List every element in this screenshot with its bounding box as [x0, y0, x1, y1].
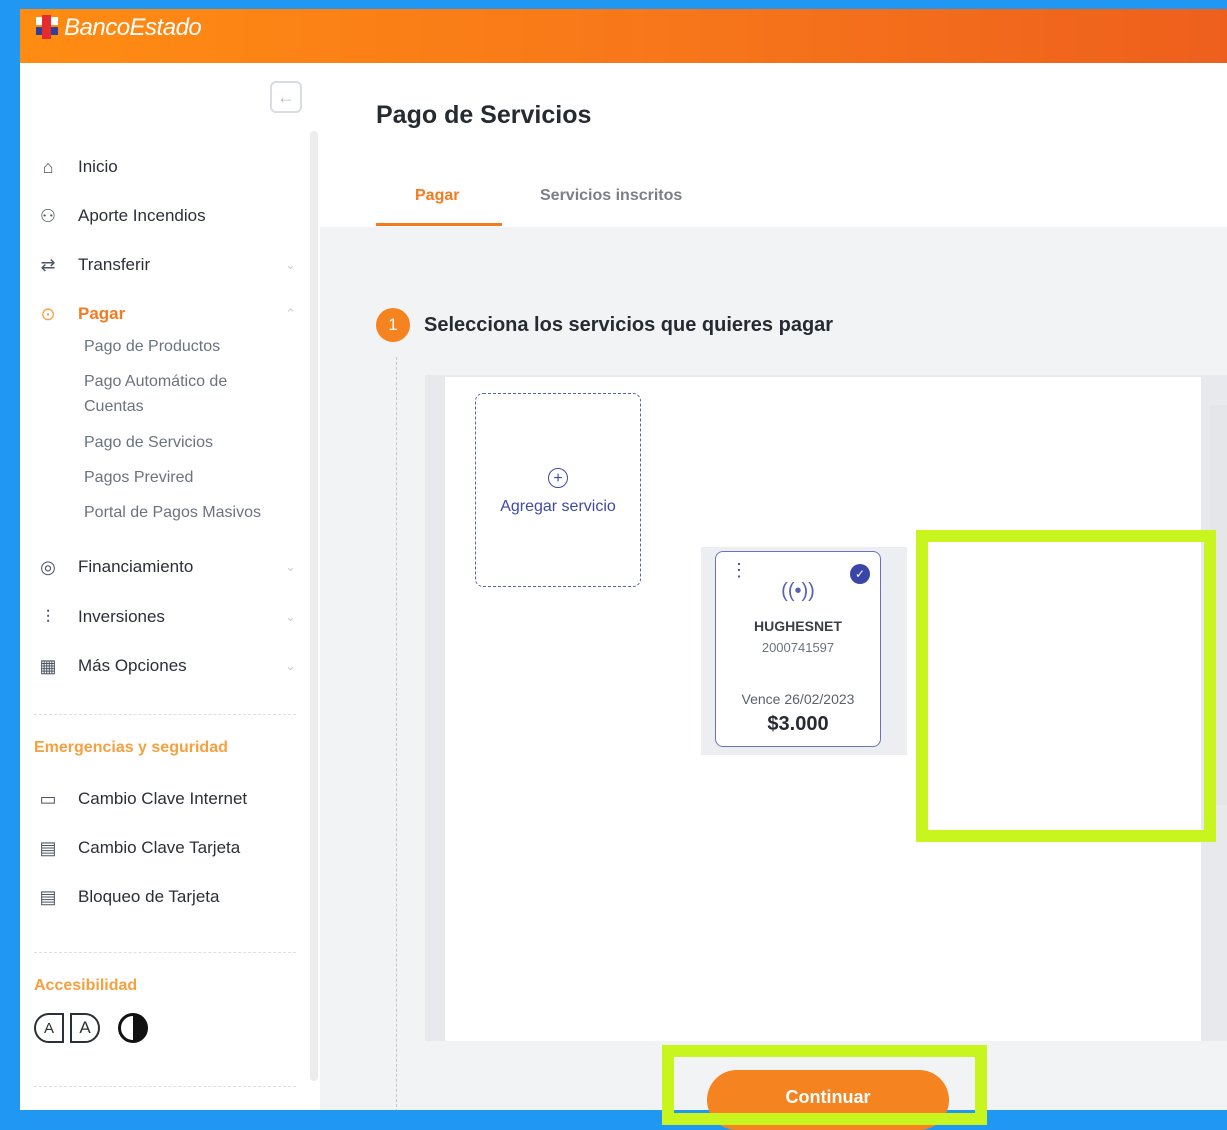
tab-servicios-inscritos[interactable]: Servicios inscritos [540, 187, 682, 205]
sidebar-item-inversiones[interactable]: ⫶ Inversiones ⌄ [36, 603, 298, 631]
coins-icon: ◎ [40, 556, 56, 577]
sidebar-item-financiamiento[interactable]: ◎ Financiamiento ⌄ [36, 553, 298, 581]
sidebar-item-label: Aporte Incendios [78, 206, 206, 225]
chevron-down-icon: ⌄ [285, 559, 296, 574]
chevron-down-icon: ⌄ [285, 609, 296, 624]
step-connector [396, 357, 397, 1110]
step-header: 1 Selecciona los servicios que quieres p… [376, 308, 833, 342]
card-block-icon: ▤ [39, 886, 57, 907]
font-decrease-button[interactable]: A [34, 1013, 64, 1043]
dollar-icon: ⊙ [40, 303, 56, 324]
sidebar-subitem-pagos-masivos[interactable]: Portal de Pagos Masivos [84, 500, 284, 525]
sidebar-item-mas-opciones[interactable]: ▦ Más Opciones ⌄ [36, 652, 298, 680]
sidebar-item-transferir[interactable]: ⇄ Transferir ⌄ [36, 251, 298, 279]
bancoestado-logo[interactable]: BancoEstado [36, 11, 202, 45]
highlight-box-service [916, 530, 1216, 842]
chevron-up-icon: ⌃ [285, 306, 296, 321]
chart-icon: ⫶ [45, 606, 51, 627]
sidebar-item-label: Cambio Clave Tarjeta [78, 838, 241, 857]
sidebar-subitem-pago-productos[interactable]: Pago de Productos [84, 334, 284, 359]
service-due-date: Vence 26/02/2023 [741, 691, 855, 707]
sidebar: ← ⌂ Inicio ⚇ Aporte Incendios ⇄ Transfer… [20, 63, 320, 1110]
sidebar-item-cambio-clave-internet[interactable]: ▭ Cambio Clave Internet [36, 785, 298, 813]
grid-icon: ▦ [39, 655, 57, 676]
brand-name: BancoEstado [64, 14, 202, 41]
tab-pagar[interactable]: Pagar [415, 187, 459, 205]
chevron-down-icon: ⌄ [285, 257, 296, 272]
sidebar-item-label: Inversiones [78, 607, 165, 626]
more-options-icon[interactable]: ⋮ [730, 561, 748, 579]
sidebar-subitem-pago-automatico[interactable]: Pago Automático de Cuentas [84, 369, 284, 419]
chevron-down-icon: ⌄ [285, 658, 296, 673]
accesibilidad-title: Accesibilidad [34, 977, 138, 994]
active-tab-indicator [376, 223, 502, 226]
service-amount: $3.000 [767, 713, 829, 735]
sidebar-item-cambio-clave-tarjeta[interactable]: ▤ Cambio Clave Tarjeta [36, 834, 298, 862]
sidebar-item-aporte-incendios[interactable]: ⚇ Aporte Incendios [36, 202, 298, 230]
page-title: Pago de Servicios [376, 101, 592, 129]
sidebar-item-bloqueo-tarjeta[interactable]: ▤ Bloqueo de Tarjeta [36, 883, 298, 911]
sidebar-item-inicio[interactable]: ⌂ Inicio [36, 153, 298, 181]
transfer-icon: ⇄ [40, 254, 56, 275]
collapse-sidebar-icon[interactable]: ← [270, 81, 302, 113]
sidebar-divider [34, 952, 296, 953]
add-service-card[interactable]: + Agregar servicio [475, 393, 641, 587]
people-icon: ⚇ [39, 205, 57, 226]
font-increase-button[interactable]: A [70, 1013, 100, 1043]
antenna-icon: ((•)) [781, 580, 815, 602]
top-bar: BancoEstado [20, 9, 1227, 63]
main-header: Pago de Servicios Pagar Servicios inscri… [320, 63, 1227, 227]
sidebar-divider [34, 714, 296, 715]
accessibility-controls: A A [34, 1013, 148, 1043]
sidebar-item-pagar[interactable]: ⊙ Pagar ⌃ [36, 300, 298, 328]
sidebar-subitem-pago-servicios[interactable]: Pago de Servicios [84, 430, 284, 455]
key-card-icon: ▭ [39, 788, 57, 809]
sidebar-item-label: Transferir [78, 255, 151, 274]
highlight-box-continue [662, 1045, 987, 1125]
emergencias-title: Emergencias y seguridad [34, 739, 228, 756]
sidebar-item-label: Bloqueo de Tarjeta [78, 887, 220, 906]
contrast-toggle-icon[interactable] [118, 1013, 148, 1043]
plus-circle-icon: + [548, 468, 568, 488]
home-icon: ⌂ [42, 156, 54, 177]
sidebar-item-label: Pagar [78, 304, 126, 323]
sidebar-item-label: Inicio [78, 157, 118, 176]
sidebar-subitem-pagos-previred[interactable]: Pagos Previred [84, 465, 284, 490]
step-number-badge: 1 [376, 308, 410, 342]
sidebar-item-label: Financiamiento [78, 557, 194, 576]
step-title: Selecciona los servicios que quieres pag… [424, 313, 834, 336]
add-service-label: Agregar servicio [500, 498, 616, 515]
logo-mark-icon [36, 15, 58, 41]
sidebar-scrollbar[interactable] [310, 131, 318, 1081]
card-lock-icon: ▤ [39, 837, 57, 858]
sidebar-divider [34, 1086, 296, 1087]
service-number: 2000741597 [761, 640, 835, 655]
service-name: HUGHESNET [754, 618, 842, 634]
service-card-hughesnet[interactable]: ⋮ ✓ ((•)) HUGHESNET 2000741597 Vence 26/… [715, 551, 881, 747]
sidebar-item-label: Cambio Clave Internet [78, 789, 248, 808]
sidebar-item-label: Más Opciones [78, 656, 187, 675]
